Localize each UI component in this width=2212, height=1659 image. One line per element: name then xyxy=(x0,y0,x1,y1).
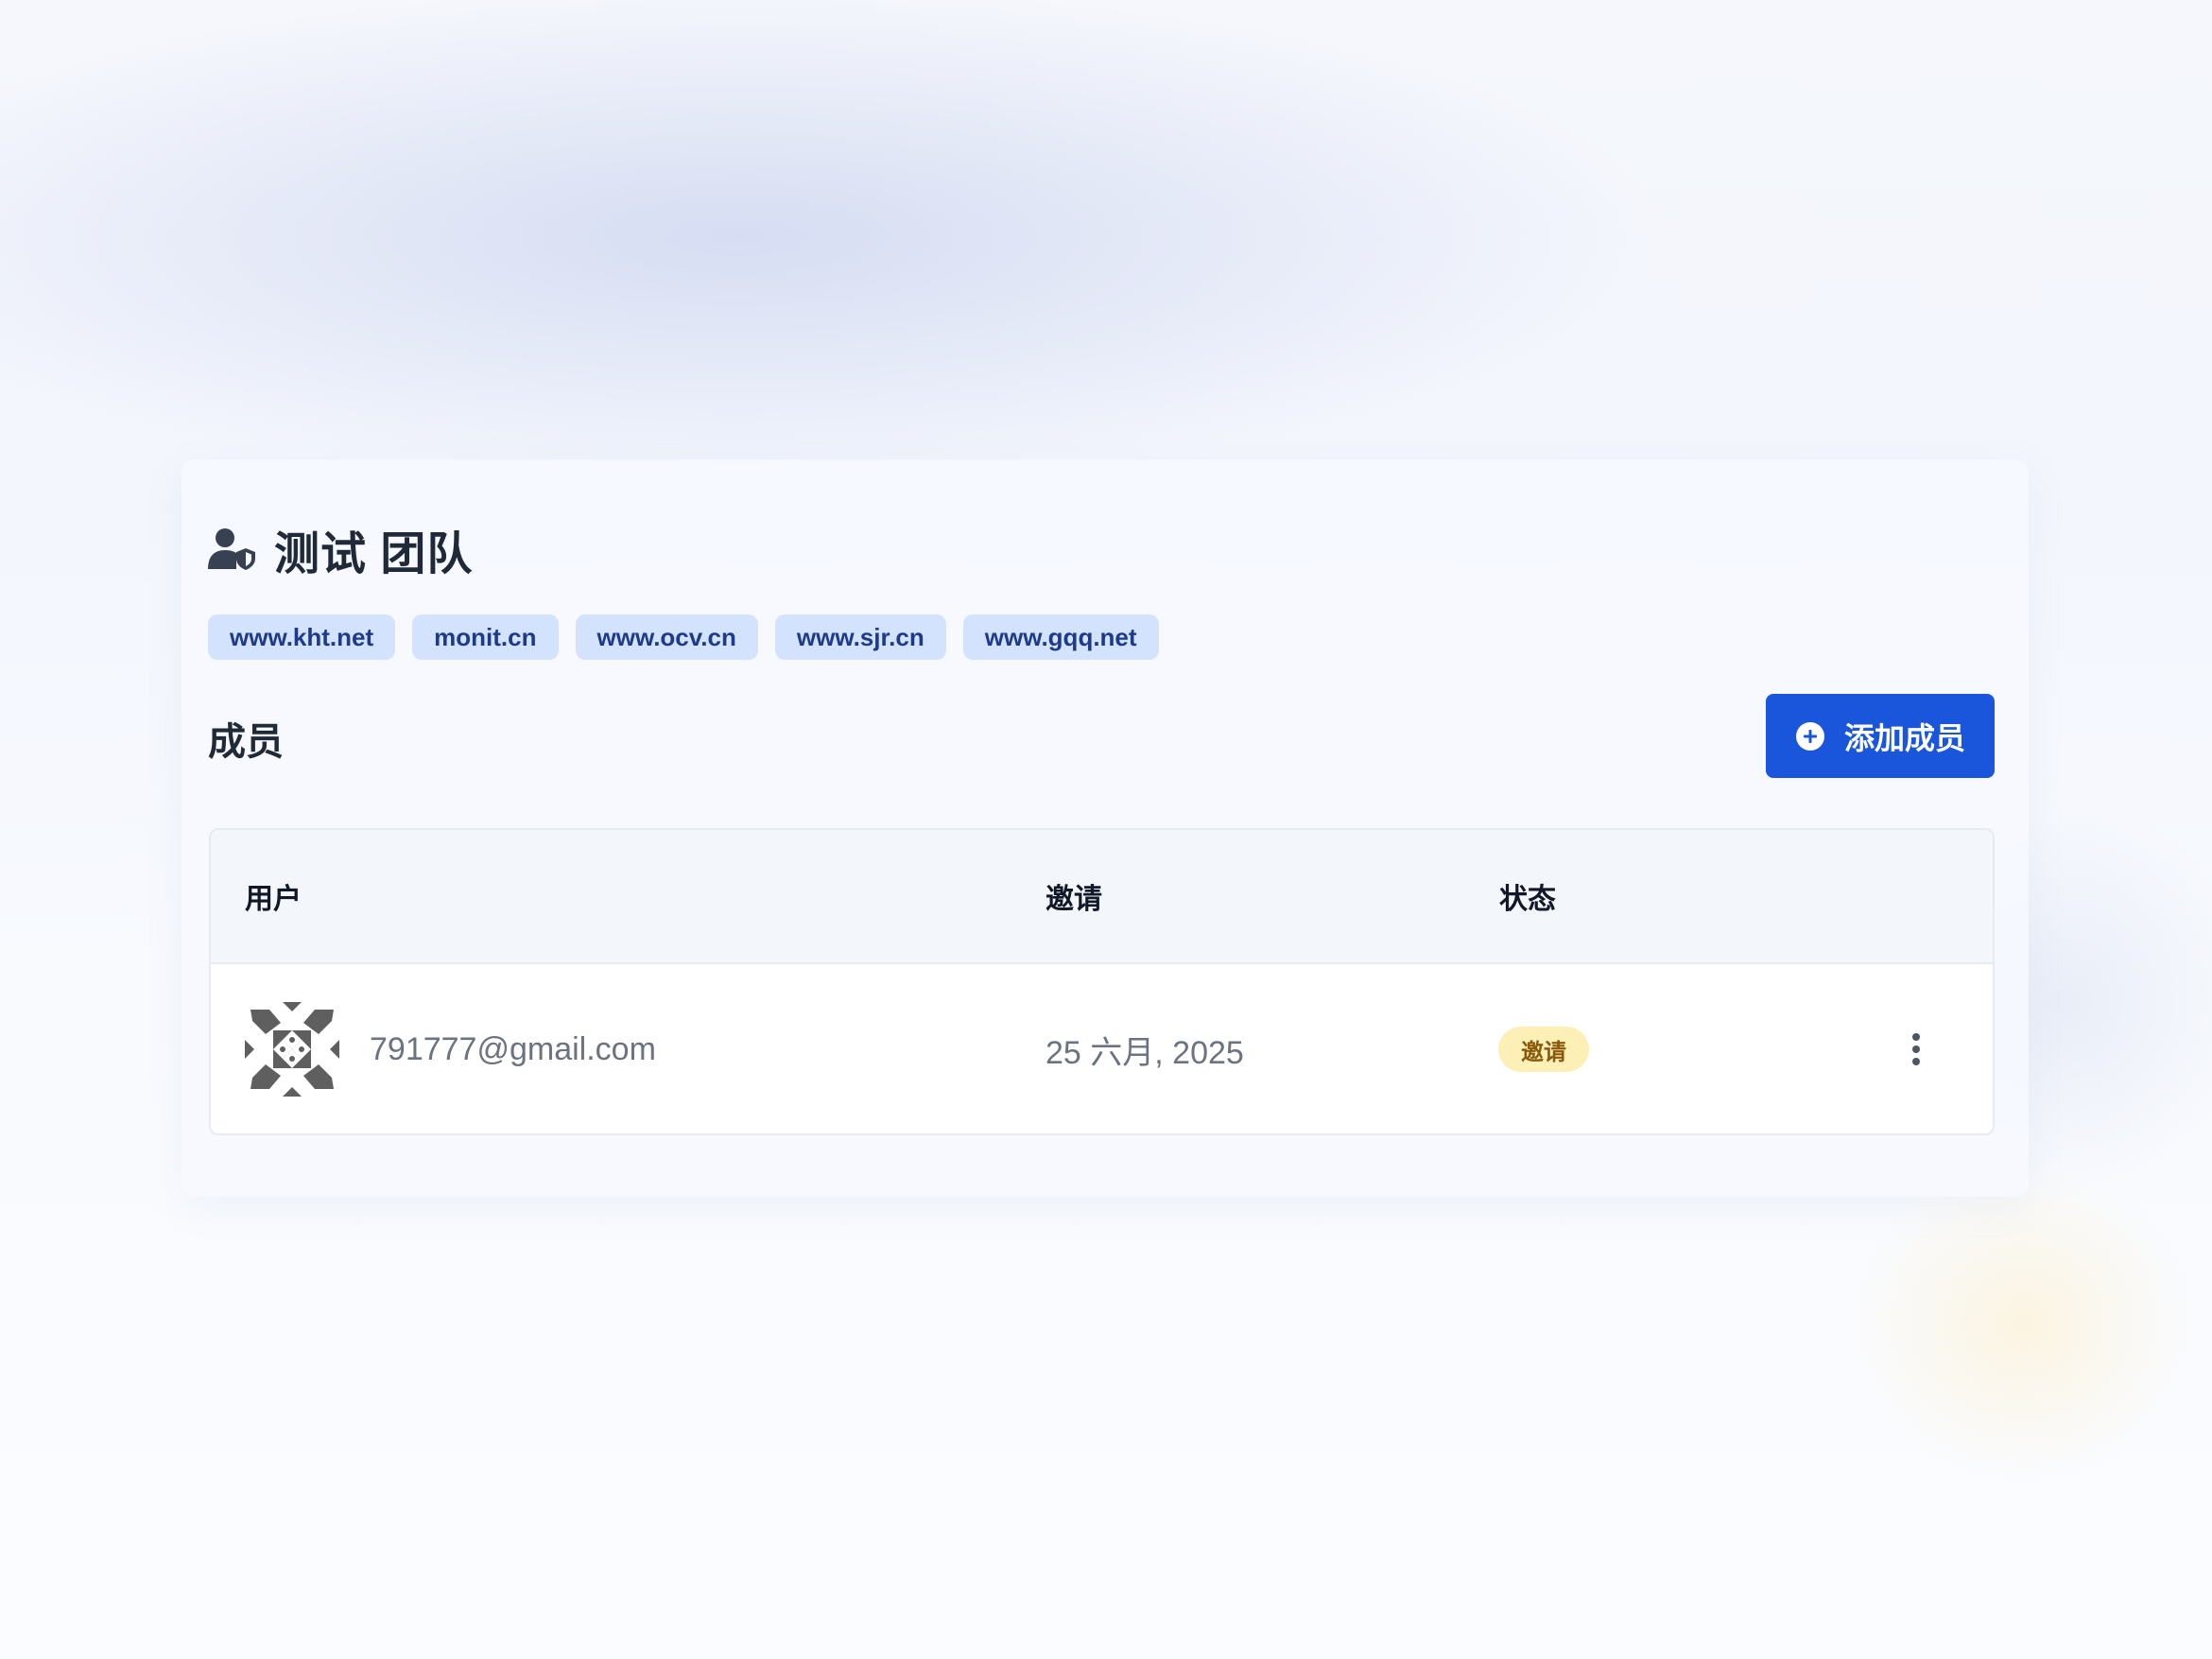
invited-date: 25 六月, 2025 xyxy=(1046,1034,1244,1071)
table-header: 用户 邀请 状态 xyxy=(211,830,1993,964)
status-badge: 邀请 xyxy=(1498,1027,1589,1072)
domain-chip: www.kht.net xyxy=(208,614,396,660)
invited-cell: 25 六月, 2025 xyxy=(1046,964,1244,1133)
domain-list: www.kht.net monit.cn www.ocv.cn www.sjr.… xyxy=(208,614,1176,660)
table-row: 791777@gmail.com 25 六月, 2025 邀请 xyxy=(211,964,1993,1133)
column-header-invited: 邀请 xyxy=(1046,884,1102,915)
team-name: 测试 团队 xyxy=(274,529,474,579)
user-cell: 791777@gmail.com xyxy=(245,964,656,1133)
add-member-button[interactable]: 添加成员 xyxy=(1766,694,1995,778)
more-options-icon[interactable] xyxy=(1907,1030,1926,1068)
members-table: 用户 邀请 状态 791777@gmail.com 25 六月, 2025 邀请 xyxy=(209,828,1995,1135)
domain-chip: monit.cn xyxy=(412,614,559,660)
add-member-label: 添加成员 xyxy=(1843,720,1965,755)
team-header: 测试 团队 xyxy=(208,518,473,580)
actions-cell xyxy=(1907,964,1926,1133)
column-header-status: 状态 xyxy=(1499,884,1556,915)
members-section-title: 成员 xyxy=(208,721,284,763)
status-cell: 邀请 xyxy=(1498,964,1589,1133)
member-email: 791777@gmail.com xyxy=(370,1030,656,1067)
domain-chip: www.ocv.cn xyxy=(575,614,758,660)
domain-chip: www.gqq.net xyxy=(962,614,1159,660)
identicon-avatar xyxy=(245,1002,339,1097)
domain-chip: www.sjr.cn xyxy=(774,614,946,660)
plus-circle-icon xyxy=(1795,721,1824,751)
user-shield-icon xyxy=(208,528,255,570)
column-header-user: 用户 xyxy=(245,884,302,915)
